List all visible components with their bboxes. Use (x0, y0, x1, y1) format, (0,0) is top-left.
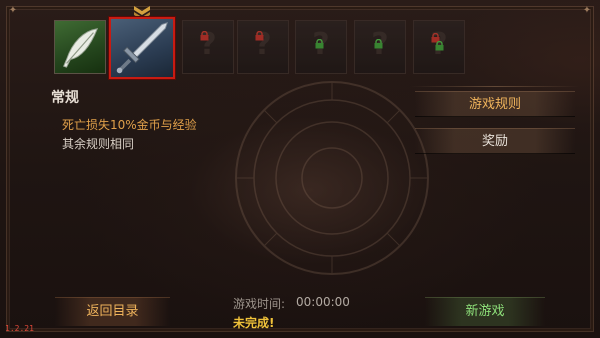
frame-corner-ornament: ✦ (582, 5, 592, 16)
mode-rule-text: 死亡损失10%金币与经验 (62, 118, 197, 132)
game-time-value: 00:00:00 (296, 295, 350, 309)
rune-circle-background (235, 81, 429, 275)
level-tile-7-locked[interactable]: ? (413, 20, 465, 74)
lock-icon (315, 39, 324, 49)
divider (410, 86, 580, 87)
back-to-menu-button[interactable]: 返回目录 (55, 297, 170, 326)
mode-rule-text: 其余规则相同 (62, 137, 135, 151)
version-label: 1.2.21 (5, 324, 34, 333)
level-tile-4-locked[interactable]: ? (237, 20, 289, 74)
lock-icon (255, 31, 264, 41)
game-rules-button[interactable]: 游戏规则 (415, 91, 575, 117)
lock-icon (200, 31, 209, 41)
level-tile-1[interactable] (54, 20, 106, 74)
game-time-label: 游戏时间: (233, 297, 286, 311)
level-tile-5-locked[interactable]: ? (295, 20, 347, 74)
level-tile-2-selected[interactable] (109, 17, 175, 79)
feather-icon (63, 28, 99, 68)
rewards-button[interactable]: 奖励 (415, 128, 575, 154)
level-tile-3-locked[interactable]: ? (182, 20, 234, 74)
new-game-button[interactable]: 新游戏 (425, 297, 545, 326)
lock-icon (374, 39, 383, 49)
frame-corner-ornament: ✦ (8, 5, 18, 16)
mode-title: 常规 (51, 90, 79, 106)
completion-status: 未完成! (233, 316, 275, 330)
sword-icon (116, 22, 168, 74)
lock-icon (435, 41, 444, 51)
game-menu-screen: ✦ ✦ ? ? ? 常规 死亡损失10%金币与经验 其余规则相同 游戏规则 奖励… (0, 0, 600, 338)
level-tile-6-locked[interactable]: ? (354, 20, 406, 74)
